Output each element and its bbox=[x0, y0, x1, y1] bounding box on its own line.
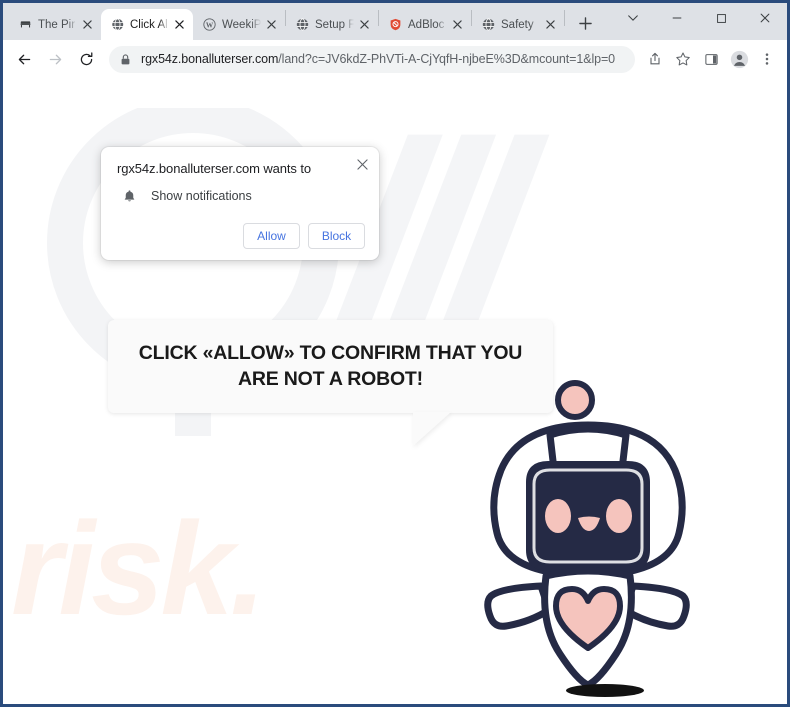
watermark-text: risk. bbox=[11, 495, 267, 642]
pirate-bay-icon bbox=[18, 18, 32, 32]
svg-text:W: W bbox=[205, 20, 213, 29]
profile-avatar-icon[interactable] bbox=[726, 46, 752, 72]
adblock-shield-icon bbox=[388, 18, 402, 32]
close-button[interactable] bbox=[743, 3, 787, 33]
side-panel-icon[interactable] bbox=[698, 46, 724, 72]
notification-permission-dialog: rgx54z.bonalluterser.com wants to Show n… bbox=[101, 147, 379, 260]
globe-icon bbox=[110, 18, 124, 32]
browser-window: The Pir Click Al W WeekiP Setup F AdBloc… bbox=[0, 0, 790, 707]
tab-close-icon[interactable] bbox=[172, 17, 187, 32]
three-dot-menu-icon[interactable] bbox=[754, 46, 780, 72]
close-icon[interactable] bbox=[351, 153, 373, 175]
robot-shadow bbox=[566, 684, 644, 697]
url-path: /land?c=JV6kdZ-PhVTi-A-CjYqfH-njbeE%3D&m… bbox=[278, 52, 616, 66]
globe-icon bbox=[295, 18, 309, 32]
bookmark-star-icon[interactable] bbox=[670, 46, 696, 72]
bubble-line-2: ARE NOT A ROBOT! bbox=[238, 367, 423, 390]
tab-title: The Pir bbox=[38, 18, 76, 31]
tab-separator bbox=[564, 10, 565, 26]
globe-icon bbox=[481, 18, 495, 32]
tab-title: Click Al bbox=[130, 18, 168, 31]
url-text: rgx54z.bonalluterser.com/land?c=JV6kdZ-P… bbox=[141, 52, 615, 66]
dialog-buttons: Allow Block bbox=[243, 223, 365, 249]
tab-close-icon[interactable] bbox=[264, 17, 279, 32]
permission-row: Show notifications bbox=[117, 187, 363, 205]
browser-tab-weekip[interactable]: W WeekiP bbox=[193, 9, 285, 40]
address-bar[interactable]: rgx54z.bonalluterser.com/land?c=JV6kdZ-P… bbox=[109, 45, 635, 73]
bell-icon bbox=[120, 187, 138, 205]
lock-icon[interactable] bbox=[115, 49, 135, 69]
browser-toolbar: rgx54z.bonalluterser.com/land?c=JV6kdZ-P… bbox=[3, 40, 787, 78]
wordpress-icon: W bbox=[202, 18, 216, 32]
tab-title: Setup F bbox=[315, 18, 355, 31]
url-host: rgx54z.bonalluterser.com bbox=[141, 52, 279, 66]
permission-label: Show notifications bbox=[151, 189, 252, 203]
tab-strip: The Pir Click Al W WeekiP Setup F AdBloc… bbox=[3, 3, 787, 40]
block-button[interactable]: Block bbox=[308, 223, 365, 249]
new-tab-button[interactable] bbox=[571, 9, 599, 37]
bubble-line-1: CLICK «ALLOW» TO CONFIRM THAT YOU bbox=[138, 341, 523, 364]
tab-close-icon[interactable] bbox=[450, 17, 465, 32]
page-viewport: /// risk. CLICK «ALLOW» TO CONFIRM THAT … bbox=[3, 78, 787, 704]
window-controls bbox=[611, 3, 787, 40]
tab-title: AdBloc bbox=[408, 18, 445, 31]
tab-close-icon[interactable] bbox=[357, 17, 372, 32]
speech-bubble-tail bbox=[413, 412, 451, 446]
robot-mascot-illustration bbox=[484, 380, 690, 688]
reload-button[interactable] bbox=[72, 45, 100, 73]
browser-tab-adblock[interactable]: AdBloc bbox=[379, 9, 471, 40]
tab-close-icon[interactable] bbox=[80, 17, 95, 32]
back-button[interactable] bbox=[10, 45, 38, 73]
browser-tab-click-allow[interactable]: Click Al bbox=[101, 9, 193, 40]
browser-tab-safety[interactable]: Safety bbox=[472, 9, 564, 40]
tab-search-button[interactable] bbox=[611, 3, 655, 33]
tab-title: Safety bbox=[501, 18, 534, 31]
browser-tab-setup[interactable]: Setup F bbox=[286, 9, 378, 40]
minimize-button[interactable] bbox=[655, 3, 699, 33]
tab-close-icon[interactable] bbox=[543, 17, 558, 32]
share-icon[interactable] bbox=[642, 46, 668, 72]
forward-button bbox=[41, 45, 69, 73]
browser-tab-the-pirate[interactable]: The Pir bbox=[9, 9, 101, 40]
dialog-title: rgx54z.bonalluterser.com wants to bbox=[117, 161, 311, 176]
allow-button[interactable]: Allow bbox=[243, 223, 300, 249]
tab-title: WeekiP bbox=[222, 18, 262, 31]
maximize-button[interactable] bbox=[699, 3, 743, 33]
